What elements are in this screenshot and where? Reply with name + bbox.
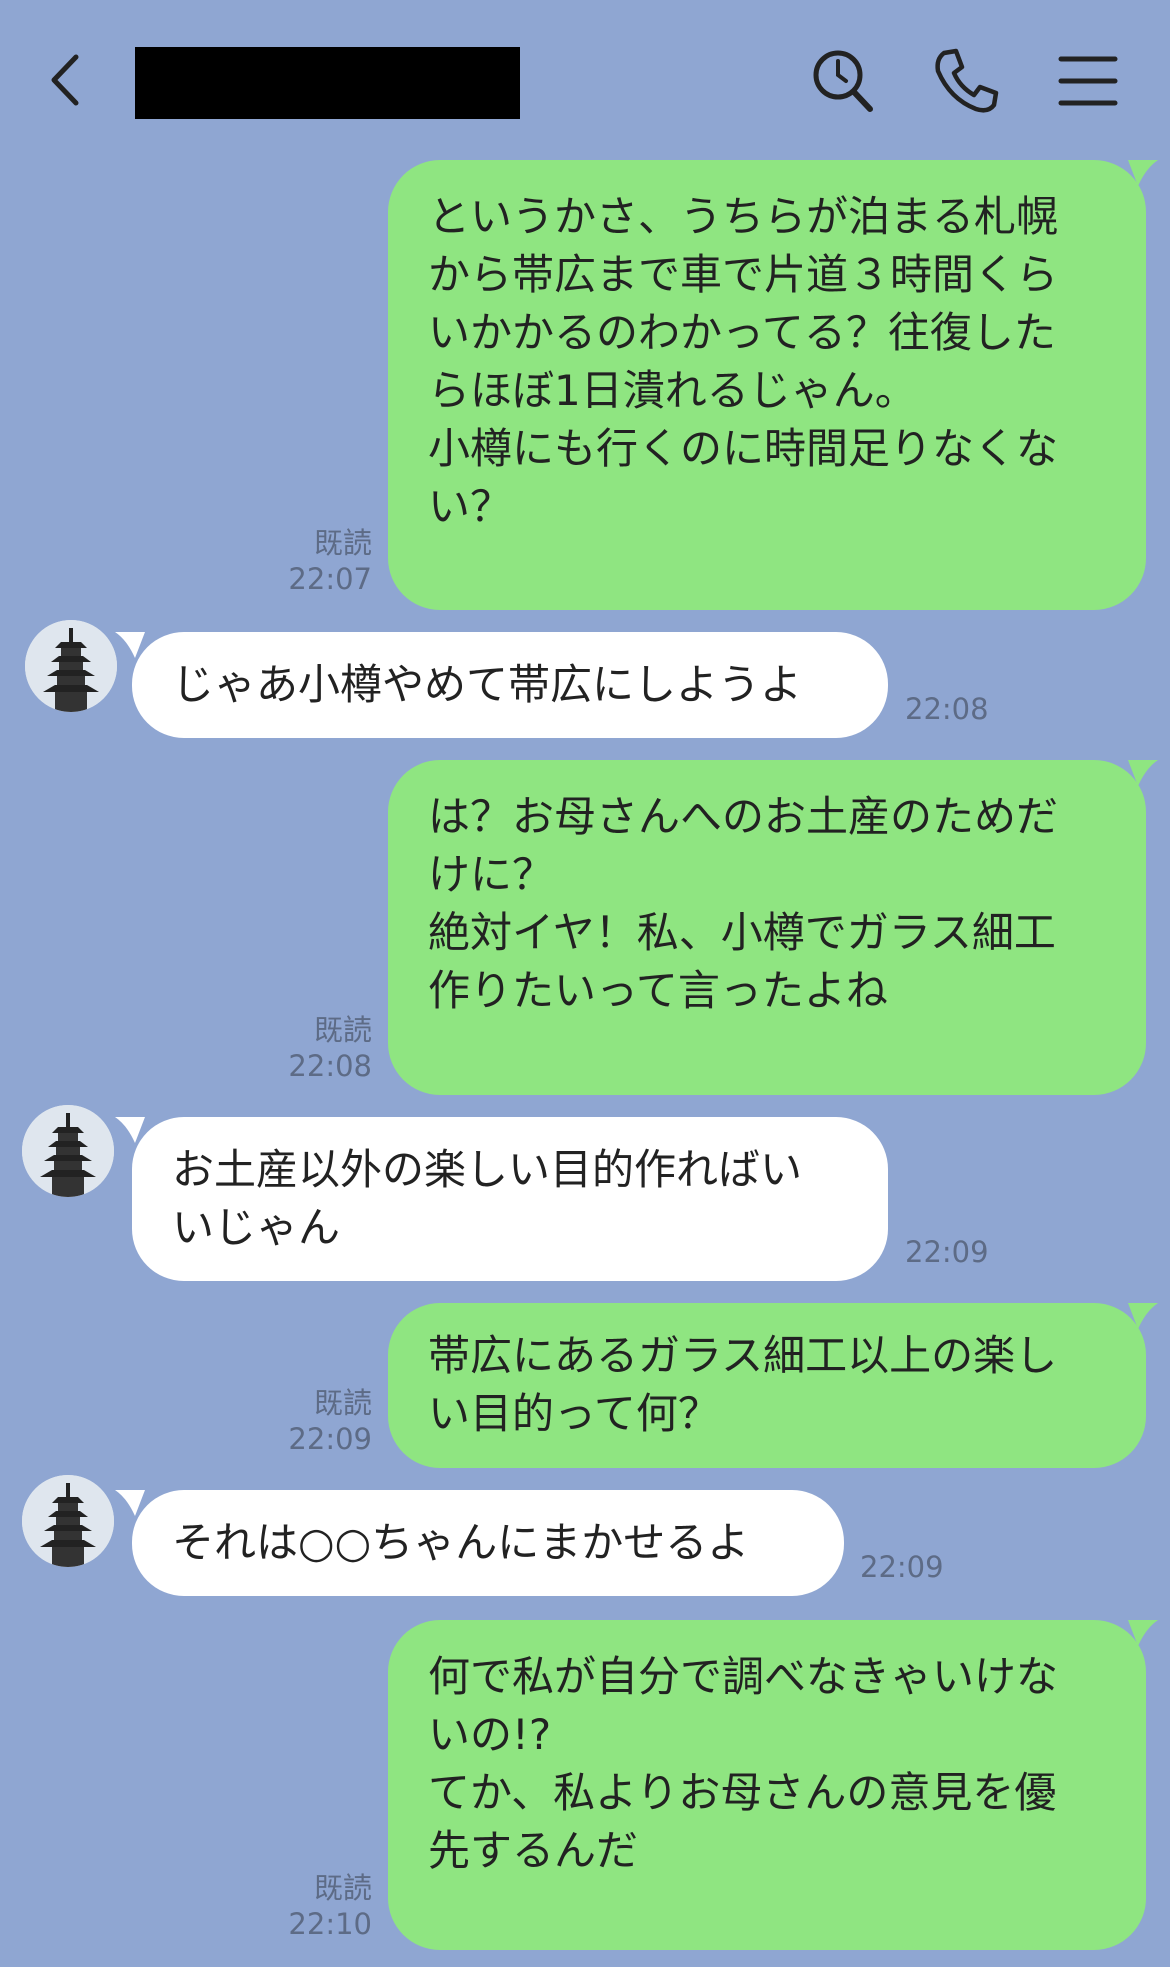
message-text-line: い？ (428, 482, 513, 531)
chevron-left-icon[interactable] (40, 45, 100, 115)
read-receipt: 既読 (313, 1013, 372, 1047)
message-time: 22:08 (905, 692, 989, 726)
redacted-contact-name (135, 47, 520, 119)
message-bubble-incoming[interactable]: それは○○ちゃんにまかせるよ (132, 1490, 844, 1596)
search-icon[interactable] (808, 45, 878, 117)
message-bubble-outgoing[interactable]: というかさ、うちらが泊まる札幌 から帯広まで車で片道３時間くら いかかるのわかっ… (388, 160, 1146, 610)
bubble-tail (115, 632, 145, 658)
read-receipt: 既読 (313, 1871, 372, 1905)
message-bubble-outgoing[interactable]: は？お母さんへのお土産のためだ けに？ 絶対イヤ！私、小樽でガラス細工 作りたい… (388, 760, 1146, 1095)
message-text-line: 帯広にあるガラス細工以上の楽し (428, 1331, 1058, 1380)
message-text-line: いじゃん (172, 1203, 341, 1252)
message-meta: 既読 22:08 (250, 1012, 372, 1084)
message-text-line: けに？ (428, 850, 555, 899)
phone-icon[interactable] (930, 45, 1000, 117)
read-receipt: 既読 (313, 526, 372, 560)
message-text-line: それは○○ちゃんにまかせるよ (172, 1518, 750, 1567)
contact-avatar[interactable] (22, 1475, 114, 1567)
message-text-line: いかかるのわかってる？往復した (428, 308, 1056, 357)
message-meta: 既読 22:07 (250, 525, 372, 597)
message-time: 22:10 (288, 1907, 372, 1941)
message-text-line: らほぼ1日潰れるじゃん。 (428, 366, 917, 415)
message-meta: 既読 22:09 (250, 1385, 372, 1457)
bubble-tail (1128, 1620, 1158, 1646)
message-bubble-outgoing[interactable]: 帯広にあるガラス細工以上の楽し い目的って何？ (388, 1303, 1146, 1468)
message-time: 22:09 (288, 1422, 372, 1456)
message-time: 22:07 (288, 562, 372, 596)
message-text-line: 何で私が自分で調べなきゃいけな (428, 1652, 1059, 1701)
message-text-line: 絶対イヤ！私、小樽でガラス細工 (428, 908, 1056, 957)
message-text-line: じゃあ小樽やめて帯広にしようよ (172, 660, 803, 709)
bubble-tail (115, 1117, 145, 1143)
message-meta: 既読 22:10 (250, 1870, 372, 1942)
menu-icon[interactable] (1053, 45, 1123, 117)
bubble-tail (1128, 760, 1158, 786)
message-text-line: 先するんだ (428, 1826, 639, 1875)
bubble-tail (1128, 160, 1158, 186)
read-receipt: 既読 (313, 1386, 372, 1420)
bubble-tail (1128, 1303, 1158, 1329)
message-bubble-incoming[interactable]: じゃあ小樽やめて帯広にしようよ (132, 632, 888, 738)
message-text-line: 作りたいって言ったよね (428, 966, 888, 1015)
message-text-line: い目的って何？ (428, 1389, 720, 1438)
message-time: 22:09 (860, 1550, 944, 1584)
message-bubble-outgoing[interactable]: 何で私が自分で調べなきゃいけな いの!? てか、私よりお母さんの意見を優 先する… (388, 1620, 1146, 1950)
message-text-line: 小樽にも行くのに時間足りなくな (428, 424, 1059, 473)
contact-avatar[interactable] (22, 1105, 114, 1197)
bubble-tail (115, 1490, 145, 1516)
message-time: 22:08 (288, 1049, 372, 1083)
contact-avatar[interactable] (25, 620, 117, 712)
message-text-line: というかさ、うちらが泊まる札幌 (428, 192, 1059, 241)
message-bubble-incoming[interactable]: お土産以外の楽しい目的作ればい いじゃん (132, 1117, 888, 1281)
chat-header (0, 0, 1170, 160)
message-text-line: お土産以外の楽しい目的作ればい (172, 1145, 803, 1194)
message-time: 22:09 (905, 1235, 989, 1269)
message-text-line: てか、私よりお母さんの意見を優 (428, 1768, 1057, 1817)
message-text-line: は？お母さんへのお土産のためだ (428, 792, 1059, 841)
message-text-line: から帯広まで車で片道３時間くら (428, 250, 1059, 299)
message-text-line: いの!? (428, 1710, 552, 1759)
